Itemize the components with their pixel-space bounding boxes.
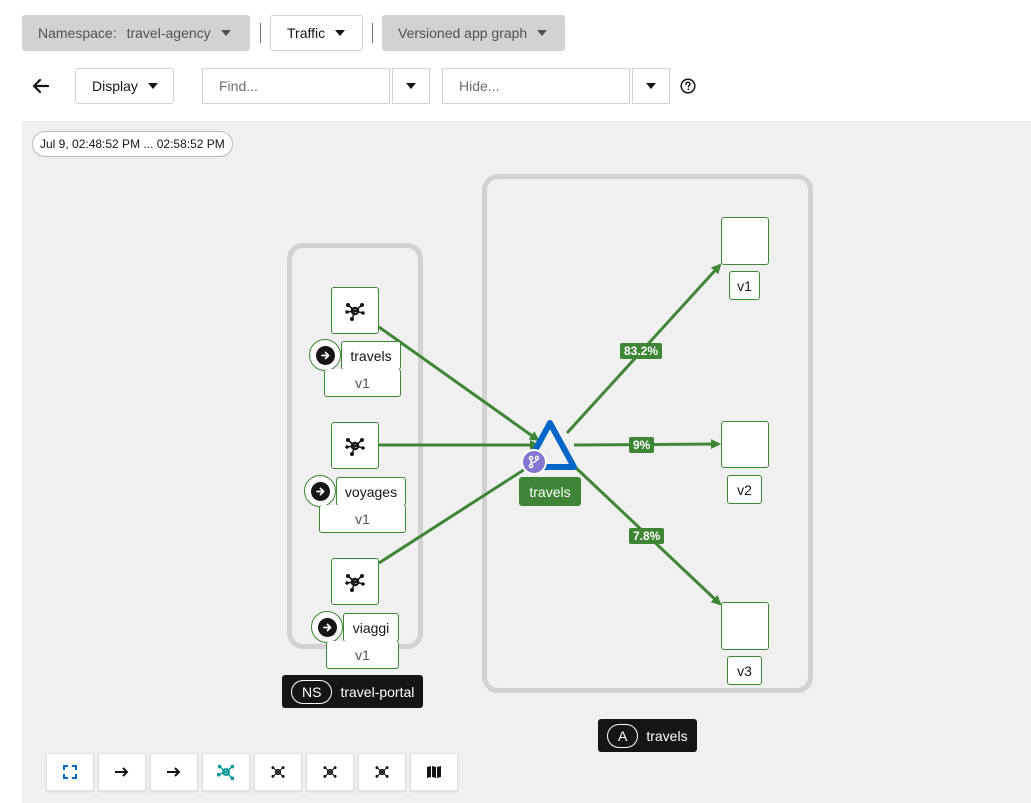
map-icon [427, 766, 441, 778]
layout-3-button[interactable] [358, 753, 406, 791]
code-branch-icon [528, 455, 540, 469]
source-node-travels[interactable] [331, 287, 379, 334]
edge-label-v1[interactable]: 83.2% [620, 343, 663, 359]
app-group-label[interactable]: A travels [598, 719, 697, 752]
source-node-viaggi[interactable] [331, 558, 379, 605]
edge-label-v3[interactable]: 7.8% [629, 528, 665, 544]
topology-icon [271, 766, 285, 778]
namespace-badge: NS [291, 679, 333, 704]
app-node-label-v1: v1 [729, 271, 760, 300]
source-node-version-voyages: v1 [319, 505, 406, 533]
app-node-label-v2: v2 [727, 475, 762, 504]
app-node-label-v3: v3 [727, 656, 762, 685]
edge-label-v2[interactable]: 9% [629, 437, 655, 453]
app-badge: A [607, 723, 639, 748]
arrow-circle-right-icon [317, 617, 337, 637]
layout-default-button[interactable] [202, 753, 250, 791]
service-topology-icon [345, 302, 365, 321]
topology-icon [216, 764, 235, 781]
source-node-label-voyages: voyages [336, 477, 406, 506]
source-node-voyages[interactable] [331, 422, 379, 469]
fit-to-screen-button[interactable] [46, 753, 94, 791]
graph-controls [46, 753, 458, 791]
gateway-badge-voyages [304, 475, 336, 507]
service-topology-icon [345, 437, 365, 456]
virtual-service-badge [521, 449, 547, 475]
topology-icon [323, 766, 337, 778]
arrow-right-icon [167, 767, 181, 777]
app-group-name: travels [646, 727, 688, 744]
legend-button[interactable] [410, 753, 458, 791]
source-node-version-travels: v1 [324, 369, 401, 397]
source-node-label-viaggi: viaggi [343, 613, 399, 642]
service-topology-icon [345, 573, 365, 592]
expand-icon [63, 765, 77, 779]
namespace-group-label[interactable]: NS travel-portal [282, 675, 424, 708]
app-node-v3[interactable] [721, 602, 769, 650]
service-node-label: travels [519, 477, 581, 506]
gateway-badge-viaggi [311, 611, 343, 643]
layout-left-right-button[interactable] [98, 753, 146, 791]
app-node-v1[interactable] [721, 217, 769, 265]
layout-1-button[interactable] [254, 753, 302, 791]
source-node-label-travels: travels [341, 341, 401, 370]
arrow-circle-right-icon [310, 481, 330, 501]
gateway-badge-travels [309, 339, 341, 371]
topology-icon [375, 766, 389, 778]
layout-top-down-button[interactable] [150, 753, 198, 791]
namespace-group-name: travel-portal [340, 683, 415, 700]
arrow-right-icon [115, 767, 129, 777]
source-node-version-viaggi: v1 [326, 641, 399, 669]
app-node-v2[interactable] [721, 421, 769, 468]
arrow-circle-right-icon [315, 345, 335, 365]
layout-2-button[interactable] [306, 753, 354, 791]
edge-travels-to-travels [378, 325, 540, 442]
graph-edges [378, 263, 722, 606]
